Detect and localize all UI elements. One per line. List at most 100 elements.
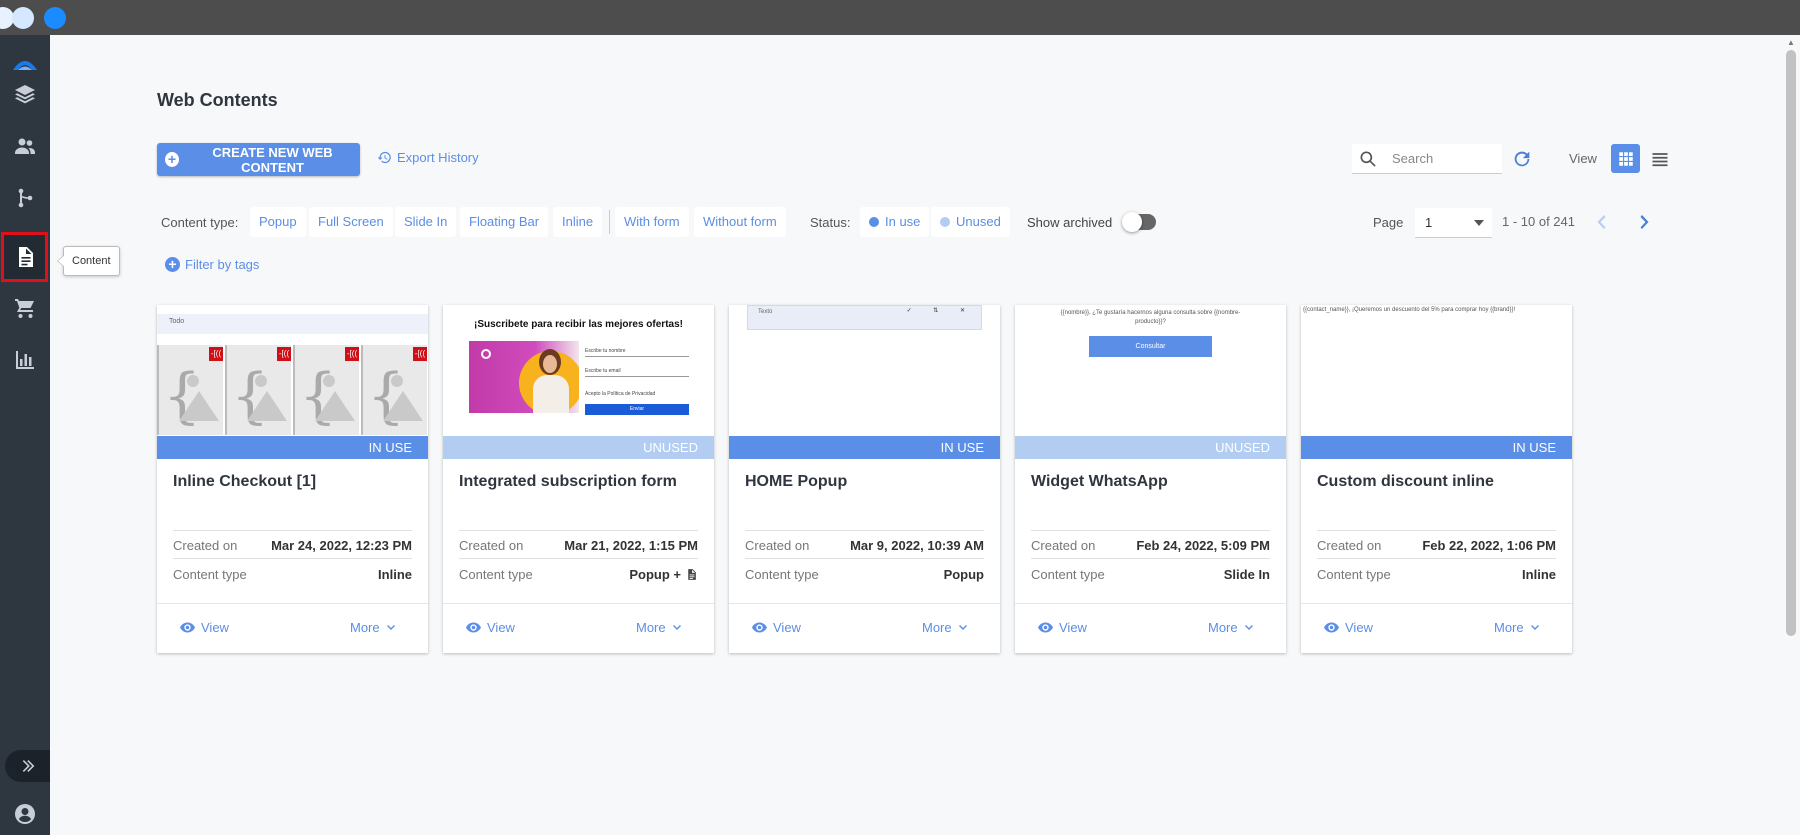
divider bbox=[1031, 530, 1270, 531]
created-value: Mar 24, 2022, 12:23 PM bbox=[271, 538, 412, 553]
card-title: HOME Popup bbox=[745, 473, 848, 490]
document-icon bbox=[18, 247, 33, 267]
reports-icon[interactable] bbox=[0, 337, 50, 383]
refresh-button[interactable] bbox=[1511, 148, 1533, 170]
filter-without-form[interactable]: Without form bbox=[694, 207, 786, 237]
filter-status-unused[interactable]: Unused bbox=[931, 207, 1010, 237]
account-icon[interactable] bbox=[0, 791, 50, 835]
create-button-label: CREATE NEW WEB CONTENT bbox=[212, 144, 333, 175]
thumb-header: Todo bbox=[157, 314, 428, 334]
page-select-value: 1 bbox=[1425, 215, 1433, 230]
eye-icon bbox=[1038, 622, 1053, 633]
created-label: Created on bbox=[173, 538, 238, 553]
filter-inline[interactable]: Inline bbox=[553, 207, 603, 237]
plus-icon: + bbox=[165, 152, 180, 167]
content-card[interactable]: {{nombre}}, ¿Te gustaría hacernos alguna… bbox=[1015, 305, 1286, 653]
filter-full-screen[interactable]: Full Screen bbox=[309, 207, 393, 237]
divider bbox=[173, 558, 412, 559]
status-badge: IN USE bbox=[157, 436, 428, 459]
automation-icon[interactable] bbox=[0, 175, 50, 221]
divider bbox=[745, 558, 984, 559]
divider bbox=[459, 530, 698, 531]
toggle-knob bbox=[1122, 212, 1142, 232]
created-value: Mar 21, 2022, 1:15 PM bbox=[564, 538, 698, 553]
view-button[interactable]: View bbox=[1323, 619, 1373, 636]
page-title: Web Contents bbox=[157, 90, 278, 110]
layers-icon[interactable] bbox=[0, 71, 50, 117]
contacts-icon[interactable] bbox=[0, 123, 50, 169]
card-thumbnail: Texto ✓ ⇅ ✕ bbox=[729, 305, 1000, 436]
view-button[interactable]: View bbox=[465, 619, 515, 636]
filter-slide-in[interactable]: Slide In bbox=[395, 207, 457, 237]
view-button[interactable]: View bbox=[1037, 619, 1087, 636]
content-card[interactable]: ¡Suscribete para recibir las mejores ofe… bbox=[443, 305, 714, 653]
filter-with-form[interactable]: With form bbox=[615, 207, 689, 237]
list-view-button[interactable] bbox=[1645, 144, 1674, 173]
filter-floating-bar[interactable]: Floating Bar bbox=[460, 207, 549, 237]
filter-separator bbox=[609, 210, 610, 234]
pagination-range: 1 - 10 of 241 bbox=[1502, 214, 1575, 229]
filter-by-tags-button[interactable]: + Filter by tags bbox=[165, 257, 259, 272]
created-value: Feb 24, 2022, 5:09 PM bbox=[1136, 538, 1270, 553]
page-select[interactable]: 1 bbox=[1415, 208, 1492, 238]
thumb-image bbox=[469, 341, 579, 413]
type-value: Popup bbox=[943, 567, 984, 582]
more-button[interactable]: More bbox=[922, 620, 968, 635]
divider bbox=[1031, 558, 1270, 559]
history-icon bbox=[377, 151, 391, 164]
double-chevron-right-icon bbox=[22, 760, 34, 772]
created-label: Created on bbox=[459, 538, 524, 553]
divider bbox=[745, 530, 984, 531]
chevron-down-icon bbox=[958, 624, 967, 630]
search-box bbox=[1352, 144, 1502, 174]
next-page-button[interactable] bbox=[1636, 211, 1654, 233]
content-nav-item[interactable] bbox=[1, 232, 48, 282]
filter-status-in-use[interactable]: In use bbox=[860, 207, 930, 237]
divider bbox=[729, 603, 1000, 604]
card-thumbnail: ¡Suscribete para recibir las mejores ofe… bbox=[443, 305, 714, 436]
grid-icon bbox=[1618, 151, 1633, 166]
content-type-label: Content type: bbox=[161, 215, 239, 230]
show-archived-toggle[interactable] bbox=[1122, 212, 1156, 232]
more-button[interactable]: More bbox=[1494, 620, 1540, 635]
create-web-content-button[interactable]: + CREATE NEW WEB CONTENT bbox=[157, 143, 360, 176]
filter-popup[interactable]: Popup bbox=[250, 207, 306, 237]
chevron-down-icon bbox=[1530, 624, 1539, 630]
type-label: Content type bbox=[1031, 567, 1105, 582]
card-thumbnail: Todo -[(({ -[(({ -[(({ -[(({ bbox=[157, 305, 428, 436]
prev-page-button[interactable] bbox=[1592, 211, 1610, 233]
thumb-tile: -[(({ bbox=[361, 345, 427, 435]
card-thumbnail: {{nombre}}, ¿Te gustaría hacernos alguna… bbox=[1015, 305, 1286, 436]
status-badge: IN USE bbox=[1301, 436, 1572, 459]
more-button[interactable]: More bbox=[636, 620, 682, 635]
more-button[interactable]: More bbox=[350, 620, 396, 635]
content-card[interactable]: Todo -[(({ -[(({ -[(({ -[(({ IN USE Inli… bbox=[157, 305, 428, 653]
thumb-tile: -[(({ bbox=[157, 345, 223, 435]
export-history-link[interactable]: Export History bbox=[377, 150, 479, 165]
eye-icon bbox=[466, 622, 481, 633]
content-card[interactable]: Texto ✓ ⇅ ✕ IN USE HOME Popup Created on… bbox=[729, 305, 1000, 653]
show-archived-label: Show archived bbox=[1027, 215, 1113, 230]
window-titlebar bbox=[0, 0, 1800, 35]
view-button[interactable]: View bbox=[751, 619, 801, 636]
more-button[interactable]: More bbox=[1208, 620, 1254, 635]
chevron-down-icon bbox=[1244, 624, 1253, 630]
status-badge: IN USE bbox=[729, 436, 1000, 459]
expand-sidebar-button[interactable] bbox=[5, 750, 50, 782]
list-icon bbox=[1652, 152, 1667, 166]
created-label: Created on bbox=[745, 538, 810, 553]
card-title: Widget WhatsApp bbox=[1031, 473, 1168, 490]
type-label: Content type bbox=[459, 567, 533, 582]
search-input[interactable] bbox=[1392, 151, 1492, 166]
cart-icon[interactable] bbox=[0, 285, 50, 331]
thumb-checkbox-label: Acepto la Política de Privacidad bbox=[585, 391, 656, 397]
grid-view-button[interactable] bbox=[1611, 144, 1640, 173]
window-dot bbox=[44, 7, 66, 29]
scrollbar-thumb[interactable] bbox=[1786, 50, 1796, 636]
in-use-dot bbox=[869, 217, 879, 227]
unused-label: Unused bbox=[956, 214, 1001, 229]
content-card[interactable]: {{contact_name}}, ¡Queremos un descuento… bbox=[1301, 305, 1572, 653]
created-value: Feb 22, 2022, 1:06 PM bbox=[1422, 538, 1556, 553]
view-button[interactable]: View bbox=[179, 619, 229, 636]
scroll-up-arrow[interactable]: ▲ bbox=[1786, 38, 1796, 48]
